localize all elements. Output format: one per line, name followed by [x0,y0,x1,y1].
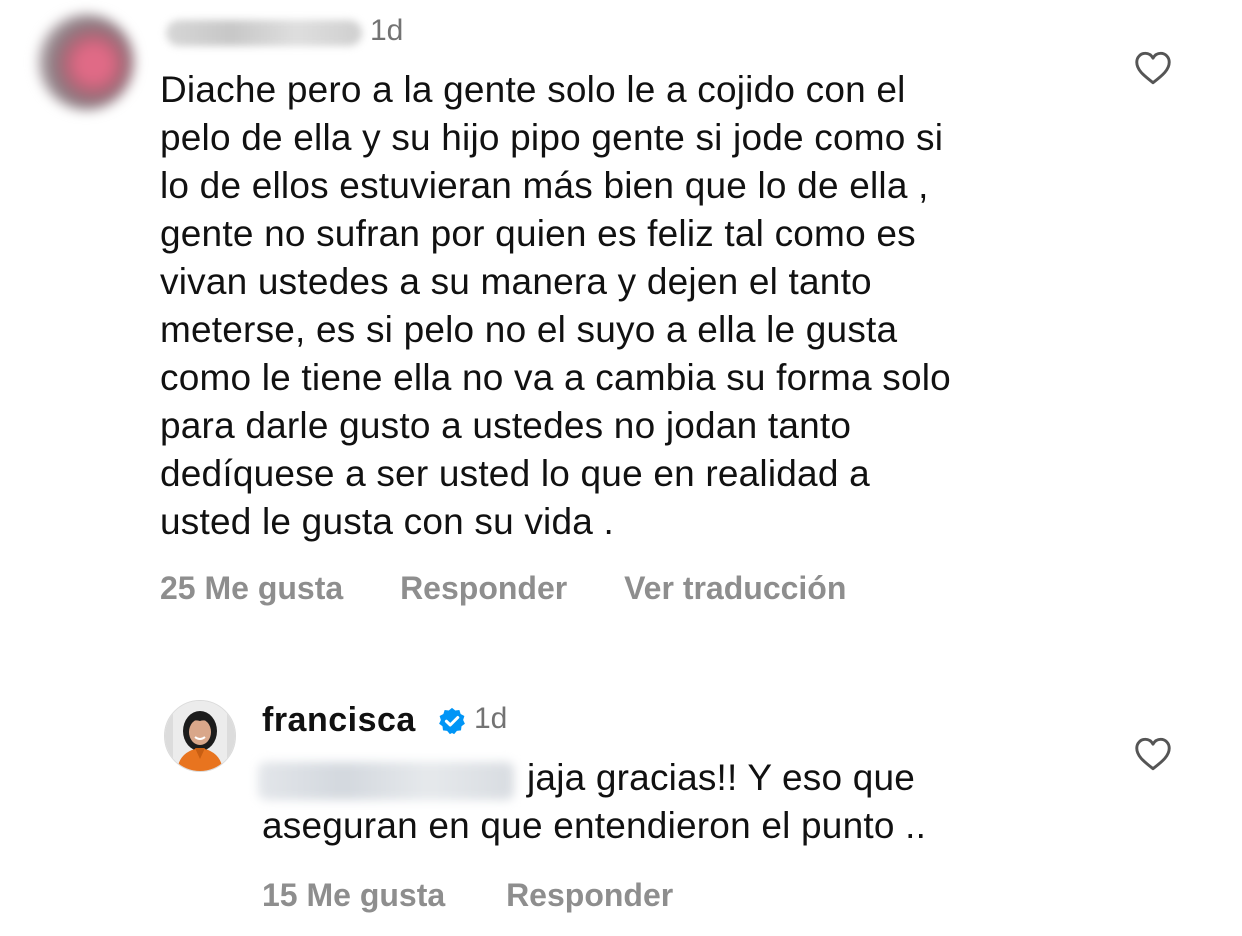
avatar-image [165,701,235,771]
comment-time: 1d [474,702,508,735]
comment-text: jaja gracias!! Y eso que aseguran en que… [262,754,926,850]
likes-count-button[interactable]: 15 Me gusta [262,877,445,914]
verified-badge-icon [439,707,465,735]
reply-button[interactable]: Responder [506,877,673,914]
comment-2: francisca 1d jaja gracias!! Y eso que as… [0,0,1242,936]
avatar[interactable] [164,700,236,772]
comment-line: aseguran en que entendieron el punto .. [262,805,927,846]
username[interactable]: francisca [262,701,416,740]
comment-line: jaja gracias!! Y eso que [527,757,916,798]
comment-actions: 15 Me gusta Responder [262,877,673,914]
heart-outline-icon[interactable] [1134,737,1172,771]
